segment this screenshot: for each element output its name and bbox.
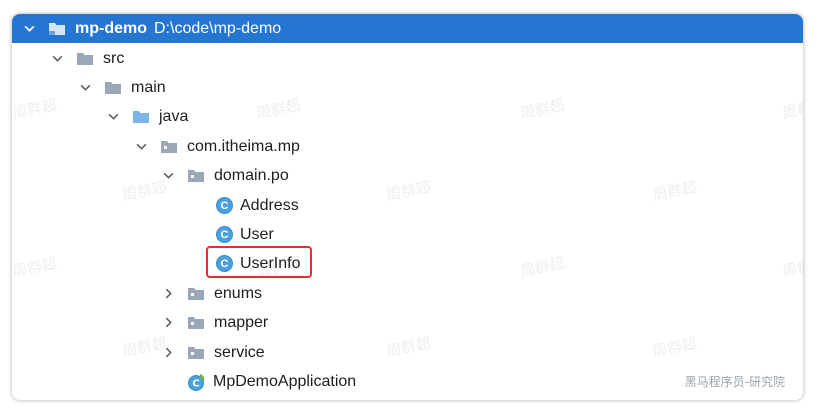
package-icon <box>187 169 205 183</box>
source-folder-icon <box>132 110 150 124</box>
tree-item-label: enums <box>214 284 263 302</box>
folder-icon <box>104 81 122 95</box>
corner-watermark: 黑马程序员-研究院 <box>684 375 785 389</box>
tree-item-label: service <box>214 343 265 361</box>
watermark-text: 周群超 <box>650 177 699 205</box>
chevron-down-icon[interactable] <box>134 140 148 154</box>
package-icon <box>187 346 205 360</box>
tree-item-label: Address <box>240 196 299 214</box>
project-path: D:\code\mp-demo <box>154 19 282 37</box>
chevron-down-icon[interactable] <box>161 169 175 183</box>
folder-icon <box>76 52 94 66</box>
chevron-down-icon[interactable] <box>22 22 36 36</box>
chevron-right-icon[interactable] <box>161 316 175 330</box>
project-tree-panel: 周群超 周群超 周群超 周群超 周群超 周群超 周群超 周群超 周群超 周群超 … <box>12 14 803 400</box>
watermark-text: 周群超 <box>780 95 803 123</box>
tree-item-label: java <box>159 107 189 125</box>
package-icon <box>187 287 205 301</box>
tree-item-src[interactable]: src <box>50 44 124 73</box>
tree-item-label: mapper <box>214 313 269 331</box>
spring-boot-class-icon: C <box>187 372 207 392</box>
tree-item-label: domain.po <box>214 166 289 184</box>
tree-item-enums[interactable]: enums <box>161 279 262 308</box>
chevron-down-icon[interactable] <box>106 110 120 124</box>
chevron-down-icon[interactable] <box>50 52 64 66</box>
tree-item-java[interactable]: java <box>106 102 188 131</box>
class-icon: C <box>216 226 233 243</box>
tree-root-mp-demo[interactable]: mp-demo D:\code\mp-demo <box>12 14 803 43</box>
watermark-text: 周群超 <box>518 253 567 281</box>
project-name: mp-demo <box>75 19 147 37</box>
module-folder-icon <box>48 22 66 36</box>
tree-item-domain-po[interactable]: domain.po <box>161 161 289 190</box>
watermark-text: 周群超 <box>384 333 433 361</box>
tree-item-label: main <box>131 78 166 96</box>
watermark-text: 周群超 <box>12 253 59 281</box>
package-icon <box>160 140 178 154</box>
tree-item-main[interactable]: main <box>78 73 166 102</box>
tree-item-label: src <box>103 49 125 67</box>
watermark-text: 周群超 <box>518 95 567 123</box>
class-icon: C <box>216 197 233 214</box>
tree-item-user[interactable]: C User <box>216 220 274 249</box>
tree-item-label: com.itheima.mp <box>187 137 300 155</box>
tree-item-service[interactable]: service <box>161 338 265 367</box>
package-icon <box>187 316 205 330</box>
chevron-right-icon[interactable] <box>161 287 175 301</box>
chevron-right-icon[interactable] <box>161 346 175 360</box>
watermark-text: 周群超 <box>650 333 699 361</box>
highlight-box <box>206 246 312 278</box>
tree-item-com-itheima-mp[interactable]: com.itheima.mp <box>134 132 300 161</box>
watermark-text: 周群超 <box>254 95 303 123</box>
watermark-text: 周群超 <box>780 253 803 281</box>
chevron-down-icon[interactable] <box>78 81 92 95</box>
watermark-text: 周群超 <box>384 177 433 205</box>
tree-item-label: MpDemoApplication <box>213 372 357 390</box>
tree-item-label: User <box>240 225 274 243</box>
tree-item-mpdemoapplication[interactable]: C MpDemoApplication <box>187 367 356 396</box>
tree-item-mapper[interactable]: mapper <box>161 308 268 337</box>
watermark-text: 周群超 <box>12 95 59 123</box>
svg-text:C: C <box>192 378 199 389</box>
tree-item-address[interactable]: C Address <box>216 191 299 220</box>
